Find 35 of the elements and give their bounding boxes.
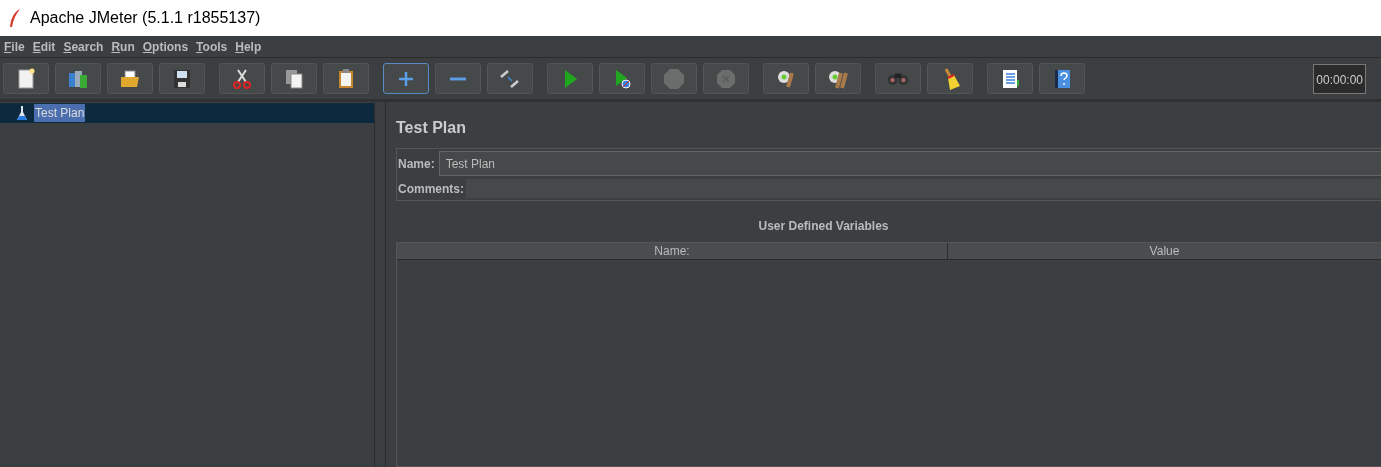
toolbar-button[interactable] bbox=[219, 63, 265, 94]
field-label: Comments: bbox=[398, 180, 464, 198]
menu-item[interactable]: Edit bbox=[28, 36, 60, 57]
table-title: User Defined Variables bbox=[758, 218, 889, 235]
menu-item[interactable]: Help bbox=[231, 36, 266, 57]
toolbar-button[interactable] bbox=[763, 63, 809, 94]
toolbar-button[interactable] bbox=[927, 63, 973, 94]
menu-item[interactable]: Options bbox=[138, 36, 193, 57]
feather-icon bbox=[8, 8, 22, 28]
name-field[interactable]: Test Plan bbox=[438, 151, 1381, 176]
toolbar-button[interactable] bbox=[987, 63, 1033, 94]
toolbar-button[interactable] bbox=[159, 63, 205, 94]
stop-sign-icon bbox=[662, 66, 686, 91]
toolbar-button[interactable] bbox=[323, 63, 369, 94]
field-label: Name: bbox=[398, 155, 435, 173]
toolbar-button[interactable] bbox=[3, 63, 49, 94]
window-title: Apache JMeter (5.1.1 r1855137) bbox=[30, 8, 261, 28]
column-header[interactable]: Value bbox=[948, 243, 1381, 259]
toolbar-button[interactable] bbox=[1039, 63, 1085, 94]
binoculars-icon bbox=[887, 72, 909, 85]
column-header[interactable]: Name: bbox=[397, 243, 948, 259]
toolbar-button[interactable] bbox=[487, 63, 533, 94]
toolbar-button[interactable] bbox=[55, 63, 101, 94]
panel-title: Test Plan bbox=[396, 118, 467, 138]
menu-item[interactable]: Run bbox=[107, 36, 139, 57]
menu-item[interactable]: File bbox=[0, 36, 29, 57]
minus-icon bbox=[450, 76, 466, 81]
toolbar-button[interactable] bbox=[107, 63, 153, 94]
elapsed-timer: 00:00:00 bbox=[1316, 72, 1363, 87]
toolbar-button[interactable] bbox=[815, 63, 861, 94]
flask-icon bbox=[16, 105, 28, 121]
menu-item[interactable]: Search bbox=[59, 36, 108, 57]
tree-item[interactable]: Test Plan bbox=[0, 103, 374, 123]
toolbar-button[interactable] bbox=[271, 63, 317, 94]
menu-item[interactable]: Tools bbox=[192, 36, 232, 57]
